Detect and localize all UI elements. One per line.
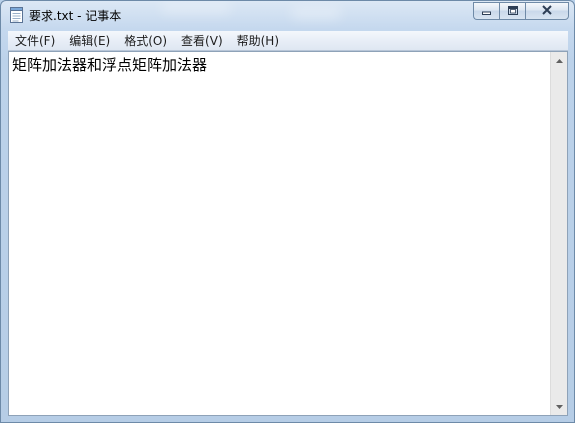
scroll-up-button[interactable] xyxy=(551,52,567,69)
title-bar[interactable]: 要求.txt - 记事本 xyxy=(1,1,574,29)
menu-view[interactable]: 查看(V) xyxy=(174,32,230,49)
scroll-down-arrow-icon xyxy=(555,403,563,411)
scroll-down-button[interactable] xyxy=(551,398,567,415)
minimize-icon xyxy=(482,6,491,17)
maximize-icon xyxy=(507,5,518,17)
menu-bar: 文件(F) 编辑(E) 格式(O) 查看(V) 帮助(H) xyxy=(8,31,568,51)
close-icon xyxy=(542,5,552,17)
text-editor[interactable]: 矩阵加法器和浮点矩阵加法器 xyxy=(8,51,568,416)
notepad-icon xyxy=(10,7,23,23)
maximize-button[interactable] xyxy=(499,2,525,20)
menu-format[interactable]: 格式(O) xyxy=(117,32,174,49)
editor-content[interactable]: 矩阵加法器和浮点矩阵加法器 xyxy=(12,54,207,75)
scroll-up-arrow-icon xyxy=(555,57,563,65)
window-title: 要求.txt - 记事本 xyxy=(29,9,122,23)
menu-edit[interactable]: 编辑(E) xyxy=(62,32,117,49)
notepad-window: 要求.txt - 记事本 文件(F) 编辑(E) 格式(O) 查看(V) 帮助(… xyxy=(0,0,575,423)
vertical-scrollbar[interactable] xyxy=(550,52,567,415)
minimize-button[interactable] xyxy=(473,2,499,20)
close-button[interactable] xyxy=(525,2,569,20)
menu-help[interactable]: 帮助(H) xyxy=(230,32,286,49)
caption-buttons xyxy=(473,2,569,21)
menu-file[interactable]: 文件(F) xyxy=(8,32,62,49)
